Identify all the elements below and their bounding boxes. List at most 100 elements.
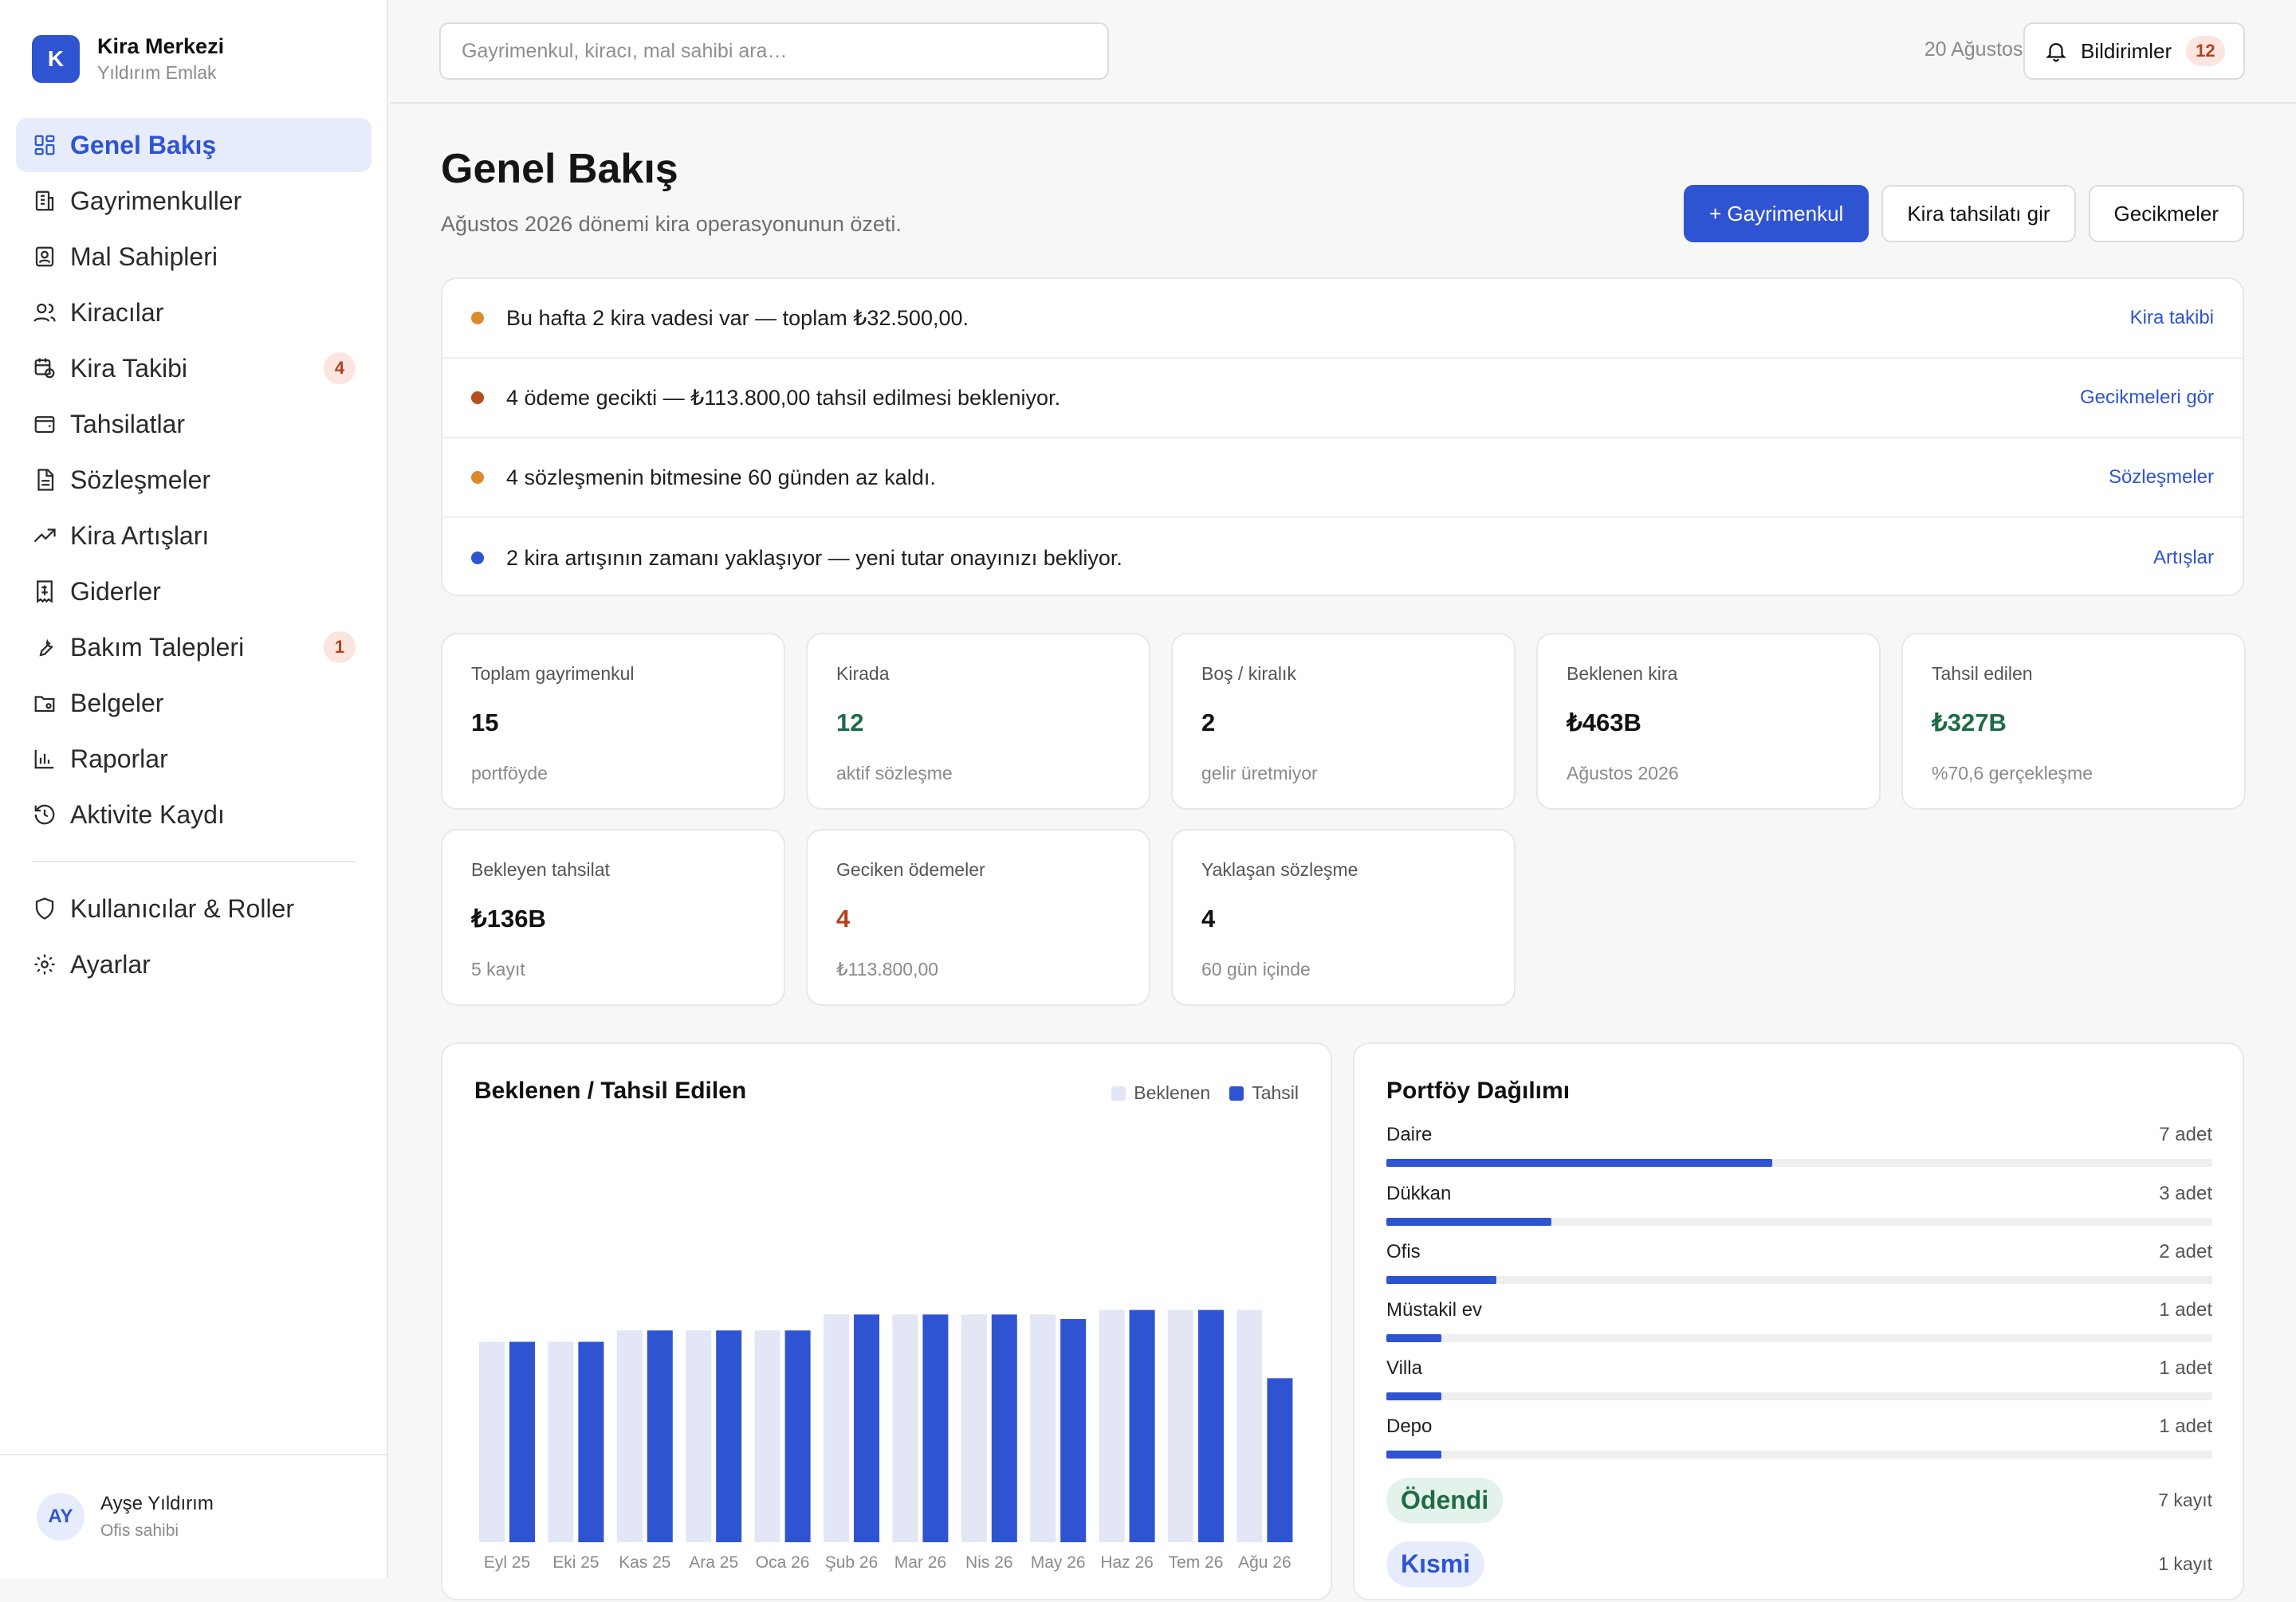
x-tick-label: Mar 26 — [894, 1553, 946, 1572]
add-property-button[interactable]: + Gayrimenkul — [1683, 185, 1869, 242]
sidebar-item-sozlesmeler[interactable]: Sözleşmeler — [16, 453, 372, 507]
sidebar-item-giderler[interactable]: Giderler — [16, 564, 372, 618]
status-dot — [471, 391, 484, 404]
bar-collected[interactable] — [716, 1330, 742, 1542]
kpi-card-vacant[interactable]: Boş / kiralık 2 gelir üretmiyor — [1171, 633, 1516, 810]
bar-expected[interactable] — [686, 1330, 712, 1542]
nav-divider — [32, 861, 356, 862]
bar-expected[interactable] — [1236, 1309, 1263, 1542]
sidebar: K Kira Merkezi Yıldırım Emlak Genel Bakı… — [0, 0, 388, 1578]
bar-collected[interactable] — [578, 1341, 604, 1542]
alert-text: 4 ödeme gecikti — ₺113.800,00 tahsil edi… — [506, 385, 1061, 410]
bar-collected[interactable] — [922, 1314, 949, 1542]
distribution-label: Dükkan — [1386, 1183, 1452, 1204]
alert-link[interactable]: Artışlar — [2153, 547, 2214, 569]
page-title: Genel Bakış — [441, 146, 678, 192]
bar-collected[interactable] — [1129, 1309, 1155, 1542]
brand-name: Kira Merkezi — [97, 34, 225, 58]
status-badge[interactable]: Ödendi — [1386, 1478, 1504, 1523]
brand[interactable]: K Kira Merkezi Yıldırım Emlak — [32, 33, 224, 84]
bar-collected[interactable] — [1060, 1319, 1087, 1542]
bar-expected[interactable] — [1168, 1309, 1193, 1542]
sidebar-item-label: Giderler — [70, 576, 161, 606]
bar-collected[interactable] — [854, 1314, 879, 1542]
overdue-button[interactable]: Gecikmeler — [2088, 185, 2244, 242]
sidebar-item-kiracilar[interactable]: Kiracılar — [16, 285, 372, 340]
kpi-value: ₺463B — [1567, 709, 1641, 736]
kpi-sub: aktif sözleşme — [836, 763, 953, 783]
sidebar-item-kira-takibi[interactable]: Kira Takibi 4 — [16, 341, 372, 395]
bar-collected[interactable] — [509, 1341, 535, 1542]
kpi-sub: portföyde — [471, 763, 548, 783]
bar-expected[interactable] — [961, 1314, 987, 1542]
bar-expected[interactable] — [1099, 1309, 1125, 1542]
progress-track — [1386, 1451, 2212, 1459]
kpi-label: Geciken ödemeler — [836, 859, 985, 880]
alert-link[interactable]: Sözleşmeler — [2109, 466, 2214, 489]
kpi-card-pending-collection[interactable]: Bekleyen tahsilat ₺136B 5 kayıt — [441, 829, 785, 1006]
alert-text: 2 kira artışının zamanı yaklaşıyor — yen… — [506, 545, 1122, 570]
enter-payment-button[interactable]: Kira tahsilatı gir — [1881, 185, 2076, 242]
bar-collected[interactable] — [1267, 1378, 1293, 1542]
bar-collected[interactable] — [1198, 1309, 1224, 1542]
sidebar-item-gayrimenkuller[interactable]: Gayrimenkuller — [16, 174, 372, 228]
shield-icon — [32, 896, 57, 921]
search-input[interactable] — [439, 22, 1109, 80]
bar-expected[interactable] — [1030, 1314, 1056, 1542]
progress-track — [1386, 1218, 2212, 1226]
kpi-card-collected[interactable]: Tahsil edilen ₺327B %70,6 gerçekleşme — [1901, 633, 2246, 810]
sidebar-item-label: Kiracılar — [70, 297, 164, 327]
kpi-card-upcoming-contracts[interactable]: Yaklaşan sözleşme 4 60 gün içinde — [1171, 829, 1516, 1006]
sidebar-item-mal-sahipleri[interactable]: Mal Sahipleri — [16, 230, 372, 284]
user-name: Ayşe Yıldırım — [100, 1493, 214, 1514]
sidebar-item-kullanicilar-roller[interactable]: Kullanıcılar & Roller — [16, 881, 372, 936]
notifications-button[interactable]: Bildirimler 12 — [2023, 22, 2245, 80]
alert-text: 4 sözleşmenin bitmesine 60 günden az kal… — [506, 465, 936, 489]
sidebar-item-genel-bakis[interactable]: Genel Bakış — [16, 118, 372, 172]
kpi-label: Boş / kiralık — [1201, 663, 1296, 684]
alert-link[interactable]: Gecikmeleri gör — [2080, 387, 2214, 409]
sidebar-item-aktivite-kaydi[interactable]: Aktivite Kaydı — [16, 787, 372, 842]
page-subtitle: Ağustos 2026 dönemi kira operasyonunun ö… — [441, 212, 902, 236]
kpi-sub: ₺113.800,00 — [836, 959, 939, 980]
bar-expected[interactable] — [754, 1330, 780, 1542]
progress-fill — [1386, 1276, 1496, 1284]
sidebar-item-bakim-talepleri[interactable]: Bakım Talepleri 1 — [16, 620, 372, 674]
kpi-card-expected-rent[interactable]: Beklenen kira ₺463B Ağustos 2026 — [1536, 633, 1881, 810]
x-tick-label: Şub 26 — [825, 1553, 879, 1572]
calendar-clock-icon — [32, 355, 57, 381]
bar-collected[interactable] — [647, 1330, 673, 1542]
building-icon — [32, 188, 57, 214]
sidebar-item-tahsilatlar[interactable]: Tahsilatlar — [16, 397, 372, 451]
sidebar-item-ayarlar[interactable]: Ayarlar — [16, 937, 372, 991]
user-role: Ofis sahibi — [100, 1522, 179, 1540]
sidebar-item-kira-artislari[interactable]: Kira Artışları — [16, 508, 372, 563]
x-tick-label: Oca 26 — [756, 1553, 810, 1572]
status-badge[interactable]: Kısmi — [1386, 1541, 1485, 1587]
bar-collected[interactable] — [784, 1330, 811, 1542]
alert-link[interactable]: Kira takibi — [2130, 307, 2214, 329]
bar-expected[interactable] — [616, 1330, 643, 1542]
sidebar-item-label: Tahsilatlar — [70, 409, 186, 438]
sidebar-item-raporlar[interactable]: Raporlar — [16, 732, 372, 786]
sidebar-item-label: Kullanıcılar & Roller — [70, 893, 294, 923]
kpi-card-overdue-payments[interactable]: Geciken ödemeler 4 ₺113.800,00 — [806, 829, 1150, 1006]
sidebar-item-belgeler[interactable]: Belgeler — [16, 676, 372, 730]
kpi-value: 15 — [471, 709, 499, 736]
legend-swatch — [1229, 1086, 1244, 1101]
document-icon — [32, 467, 57, 493]
kpi-card-total-properties[interactable]: Toplam gayrimenkul 15 portföyde — [441, 633, 785, 810]
bar-expected[interactable] — [892, 1314, 918, 1542]
kpi-card-rented[interactable]: Kirada 12 aktif sözleşme — [806, 633, 1150, 810]
distribution-row-ofis: Ofis 2 adet — [1386, 1241, 2212, 1284]
bar-expected[interactable] — [479, 1341, 505, 1542]
sidebar-item-label: Aktivite Kaydı — [70, 799, 225, 829]
bar-expected[interactable] — [548, 1341, 574, 1542]
user-profile[interactable]: AY Ayşe Yıldırım Ofis sahibi — [0, 1454, 388, 1578]
kpi-label: Kirada — [836, 663, 890, 684]
sidebar-item-label: Sözleşmeler — [70, 465, 211, 494]
kpi-value: 4 — [1201, 905, 1216, 933]
bar-expected[interactable] — [824, 1314, 849, 1542]
progress-track — [1386, 1276, 2212, 1284]
bar-collected[interactable] — [991, 1314, 1017, 1542]
